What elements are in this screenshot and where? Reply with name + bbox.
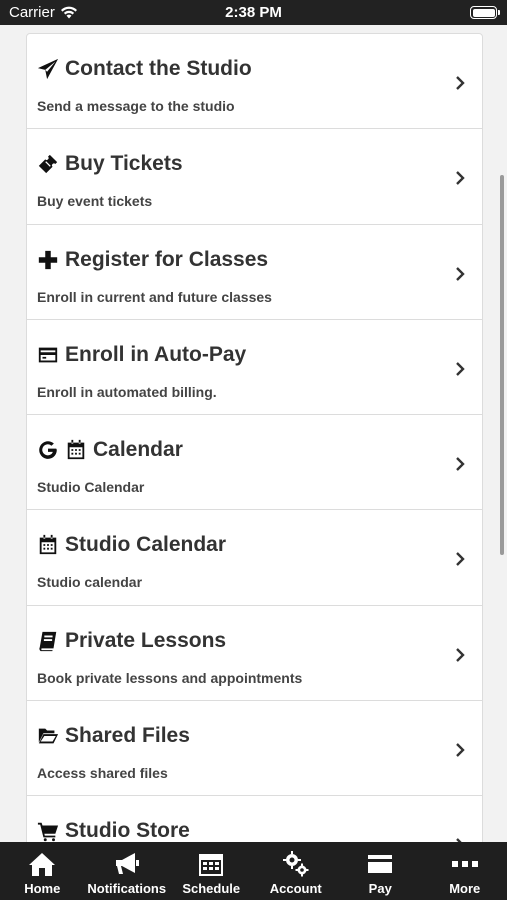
tab-label: Home [24, 881, 61, 896]
menu-list: Contact the Studio Send a message to the… [26, 33, 483, 842]
tab-notifications[interactable]: Notifications [85, 842, 170, 900]
menu-item-register-classes[interactable]: Register for Classes Enroll in current a… [27, 225, 482, 320]
menu-item-subtitle: Send a message to the studio [37, 98, 235, 114]
ellipsis-icon [451, 861, 478, 867]
menu-item-subtitle: Access shared files [37, 765, 168, 782]
tab-label: Notifications [87, 881, 167, 896]
chevron-right-icon [456, 362, 465, 376]
folder-open-icon [38, 728, 59, 744]
tab-label: Pay [368, 881, 392, 896]
tab-schedule[interactable]: Schedule [169, 842, 254, 900]
calendar-grid-icon [199, 854, 224, 876]
menu-item-auto-pay[interactable]: Enroll in Auto-Pay Enroll in automated b… [27, 320, 482, 416]
chevron-right-icon [456, 76, 465, 90]
chevron-right-icon [456, 743, 465, 757]
tab-account[interactable]: Account [254, 842, 339, 900]
status-time: 2:38 PM [225, 4, 282, 21]
scrollbar[interactable] [500, 175, 504, 555]
menu-item-buy-tickets[interactable]: Buy Tickets Buy event tickets [27, 129, 482, 225]
chevron-right-icon [456, 647, 465, 662]
menu-item-subtitle: Studio Calendar [37, 479, 145, 496]
calendar-icon [67, 440, 85, 460]
book-icon [39, 631, 57, 651]
menu-item-contact-studio[interactable]: Contact the Studio Send a message to the… [27, 34, 482, 130]
tab-more[interactable]: More [423, 842, 507, 900]
menu-item-title: Shared Files [65, 724, 190, 748]
home-icon [29, 853, 56, 876]
menu-item-title: Contact the Studio [65, 57, 252, 80]
tab-home[interactable]: Home [0, 842, 85, 900]
menu-item-subtitle: Studio calendar [37, 574, 143, 591]
tab-label: More [449, 881, 481, 896]
menu-item-subtitle: Book private lessons and appointments [37, 669, 303, 686]
menu-item-title: Studio Store [65, 819, 190, 842]
menu-item-title: Private Lessons [65, 628, 227, 652]
menu-item-title: Studio Calendar [65, 533, 227, 557]
battery-icon [470, 6, 500, 19]
plus-icon [38, 250, 58, 269]
menu-item-title: Calendar [93, 438, 183, 462]
main-content[interactable]: Contact the Studio Send a message to the… [0, 25, 507, 842]
chevron-right-icon [456, 552, 465, 567]
gears-icon [282, 851, 309, 877]
ticket-icon [38, 155, 58, 174]
menu-item-subtitle: Enroll in automated billing. [37, 383, 217, 400]
credit-card-icon [368, 855, 393, 873]
menu-item-studio-calendar[interactable]: Studio Calendar Studio calendar [27, 510, 482, 606]
chevron-right-icon [456, 171, 465, 186]
tab-label: Schedule [182, 881, 241, 896]
calendar-icon [39, 535, 57, 555]
menu-item-title: Buy Tickets [65, 152, 183, 176]
menu-item-subtitle: Buy event tickets [37, 193, 153, 210]
menu-item-subtitle: Enroll in current and future classes [37, 288, 272, 305]
megaphone-icon [115, 853, 139, 874]
tab-label: Account [269, 881, 322, 896]
chevron-right-icon [456, 457, 465, 472]
menu-item-calendar[interactable]: Calendar Studio Calendar [27, 415, 482, 511]
credit-card-icon [38, 347, 58, 363]
status-bar: Carrier 2:38 PM [0, 0, 507, 25]
menu-item-private-lessons[interactable]: Private Lessons Book private lessons and… [27, 606, 482, 702]
menu-item-title: Register for Classes [65, 247, 269, 271]
chevron-right-icon [456, 266, 465, 281]
tab-bar: Home Notifications Schedule Account Pay … [0, 842, 507, 900]
tab-pay[interactable]: Pay [338, 842, 423, 900]
menu-item-title: Enroll in Auto-Pay [65, 342, 247, 366]
paper-plane-icon [37, 58, 59, 80]
google-icon [39, 441, 57, 460]
menu-item-studio-store[interactable]: Studio Store [27, 796, 482, 842]
menu-item-shared-files[interactable]: Shared Files Access shared files [27, 701, 482, 797]
shopping-cart-icon [37, 823, 59, 842]
